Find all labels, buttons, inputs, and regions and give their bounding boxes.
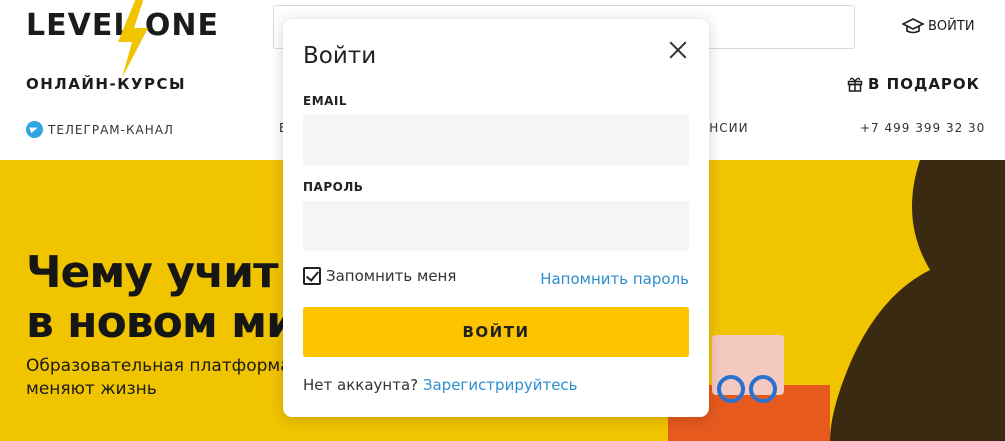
remember-me-checkbox[interactable]: Запомнить меня <box>303 267 456 285</box>
email-label: EMAIL <box>303 94 348 108</box>
close-icon[interactable] <box>667 39 689 61</box>
login-modal: Войти EMAIL ПАРОЛЬ Запомнить меня Напомн… <box>283 19 709 417</box>
password-field[interactable] <box>303 201 689 251</box>
modal-title: Войти <box>303 43 377 69</box>
no-account-text: Нет аккаунта? Зарегистрируйтесь <box>303 376 578 394</box>
forgot-password-link[interactable]: Напомнить пароль <box>540 270 689 288</box>
no-account-label: Нет аккаунта? <box>303 376 423 394</box>
password-label: ПАРОЛЬ <box>303 180 364 194</box>
login-button[interactable]: ВОЙТИ <box>303 307 689 357</box>
remember-me-label: Запомнить меня <box>326 267 457 285</box>
email-field[interactable] <box>303 115 689 165</box>
register-link[interactable]: Зарегистрируйтесь <box>423 376 578 394</box>
checkmark-icon[interactable] <box>303 267 321 285</box>
